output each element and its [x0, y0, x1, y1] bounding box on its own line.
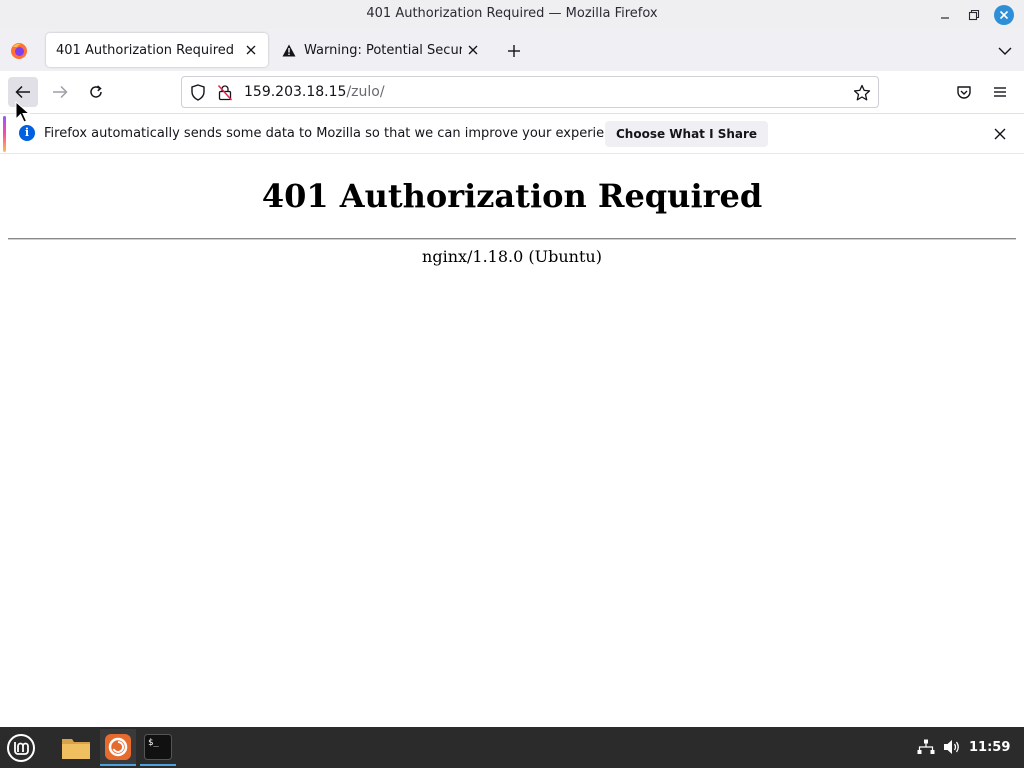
warning-icon — [282, 44, 296, 57]
taskbar-clock[interactable]: 11:59 — [969, 740, 1010, 755]
volume-icon[interactable] — [943, 739, 961, 755]
insecure-lock-icon[interactable] — [217, 84, 233, 101]
close-icon — [999, 10, 1009, 20]
taskbar: $_ 11:59 — [0, 727, 1024, 768]
pocket-icon — [957, 85, 971, 99]
network-icon[interactable] — [917, 739, 935, 755]
url-text[interactable]: 159.203.18.15/zulo/ — [244, 84, 385, 100]
url-bar[interactable]: 159.203.18.15/zulo/ — [181, 76, 879, 108]
tab-close-button[interactable] — [240, 39, 262, 61]
restore-icon — [968, 9, 980, 21]
firefox-icon — [105, 733, 131, 760]
choose-what-i-share-button[interactable]: Choose What I Share — [605, 121, 769, 147]
plus-icon — [508, 45, 520, 57]
star-icon — [853, 84, 871, 101]
new-tab-button[interactable] — [503, 40, 525, 62]
tab-close-button[interactable] — [462, 39, 484, 61]
reload-icon — [90, 85, 102, 98]
list-all-tabs-button[interactable] — [994, 40, 1016, 62]
hamburger-menu-icon — [994, 87, 1006, 97]
reload-button[interactable] — [81, 77, 111, 107]
data-reporting-notification: i Firefox automatically sends some data … — [0, 114, 1024, 154]
notification-message: Firefox automatically sends some data to… — [44, 126, 632, 141]
arrow-left-icon — [15, 85, 30, 99]
linux-mint-logo-icon — [7, 734, 35, 762]
window-title: 401 Authorization Required — Mozilla Fir… — [366, 6, 658, 21]
files-icon — [62, 738, 90, 759]
close-window-button[interactable] — [994, 5, 1014, 25]
url-host: 159.203.18.15 — [244, 84, 347, 100]
info-icon: i — [19, 125, 35, 141]
navigation-toolbar: 159.203.18.15/zulo/ — [0, 71, 1024, 114]
bookmark-star-button[interactable] — [852, 83, 872, 103]
divider — [8, 238, 1016, 240]
arrow-right-icon — [53, 85, 68, 99]
window-titlebar: 401 Authorization Required — Mozilla Fir… — [0, 0, 1024, 29]
minimize-icon — [941, 17, 949, 19]
terminal-icon: $_ — [144, 733, 172, 760]
tracking-protection-shield-icon[interactable] — [190, 84, 206, 101]
forward-button[interactable] — [45, 77, 75, 107]
url-path: /zulo/ — [346, 84, 385, 100]
tab-strip: 401 Authorization Required Warning: Pote… — [0, 29, 1024, 71]
minimize-button[interactable] — [935, 5, 955, 25]
svg-text:$_: $_ — [148, 738, 159, 748]
chevron-down-icon — [998, 47, 1012, 55]
page-content: 401 Authorization Required nginx/1.18.0 … — [0, 155, 1024, 727]
tab-label: 401 Authorization Required — [56, 42, 235, 58]
tab-401-authorization[interactable]: 401 Authorization Required — [46, 33, 268, 67]
server-signature: nginx/1.18.0 (Ubuntu) — [422, 247, 602, 266]
close-icon — [246, 45, 256, 55]
mouse-cursor-icon — [15, 101, 31, 123]
taskbar-files-app[interactable] — [58, 729, 94, 766]
taskbar-firefox-app[interactable] — [100, 729, 136, 766]
notification-accent — [3, 116, 6, 152]
pocket-button[interactable] — [949, 77, 979, 107]
start-menu-button[interactable] — [5, 732, 37, 764]
maximize-button[interactable] — [964, 5, 984, 25]
app-menu-button[interactable] — [985, 77, 1015, 107]
close-icon — [468, 45, 478, 55]
taskbar-terminal-app[interactable]: $_ — [140, 729, 176, 766]
close-icon — [994, 128, 1006, 140]
tab-label: Warning: Potential Security Risk Ahead — [304, 42, 462, 58]
tab-security-warning[interactable]: Warning: Potential Security Risk Ahead — [272, 33, 490, 67]
page-heading: 401 Authorization Required — [261, 177, 763, 215]
notification-close-button[interactable] — [990, 124, 1010, 144]
firefox-view-icon[interactable] — [9, 41, 29, 61]
